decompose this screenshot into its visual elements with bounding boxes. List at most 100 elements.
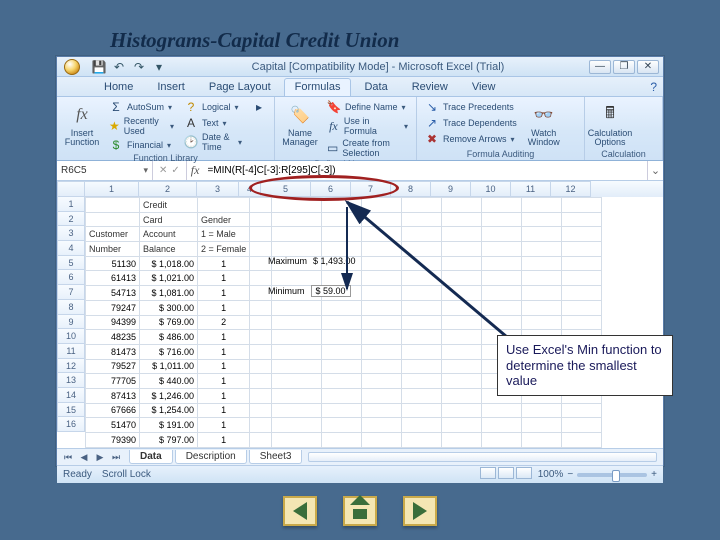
trace-dependents-button[interactable]: ↗Trace Dependents xyxy=(423,116,519,130)
col-header[interactable]: 3 xyxy=(197,181,239,197)
fx-icon[interactable]: fx xyxy=(187,161,204,180)
row-header[interactable]: 13 xyxy=(57,373,85,388)
prev-slide-button[interactable] xyxy=(283,496,317,526)
remove-arrows-button[interactable]: ✖Remove Arrows▾ xyxy=(423,132,519,146)
table-row[interactable]: 61413$ 1,021.001 xyxy=(86,271,602,286)
row-header[interactable]: 14 xyxy=(57,388,85,403)
financial-button[interactable]: $Financial▾ xyxy=(107,138,176,152)
tab-insert[interactable]: Insert xyxy=(146,78,196,96)
horizontal-scrollbar[interactable] xyxy=(308,452,657,462)
row-header[interactable]: 6 xyxy=(57,270,85,285)
slide-title: Histograms-Capital Credit Union xyxy=(110,28,399,53)
col-header[interactable]: 10 xyxy=(471,181,511,197)
select-all-corner[interactable] xyxy=(57,181,85,197)
cancel-icon[interactable]: ✕ xyxy=(159,165,167,176)
col-header[interactable]: 6 xyxy=(311,181,351,197)
close-button[interactable]: ✕ xyxy=(637,60,659,74)
qat-customize-button[interactable]: ▾ xyxy=(151,59,167,75)
col-header[interactable]: 4 xyxy=(239,181,261,197)
view-buttons[interactable] xyxy=(480,467,534,482)
table-row[interactable]: 94399$ 769.002 xyxy=(86,315,602,330)
col-header[interactable]: 1 xyxy=(85,181,139,197)
star-icon: ★ xyxy=(109,119,120,133)
table-row[interactable]: 51470$ 191.001 xyxy=(86,418,602,433)
sheet-first-button[interactable]: ⏮ xyxy=(61,452,75,463)
table-row[interactable]: 79247$ 300.001 xyxy=(86,300,602,315)
formula-input[interactable] xyxy=(203,161,647,180)
row-header[interactable]: 10 xyxy=(57,329,85,344)
table-row[interactable]: 67666$ 1,254.001 xyxy=(86,403,602,418)
sheet-tab-data[interactable]: Data xyxy=(129,450,173,464)
cells-area[interactable]: CreditCardGenderCustomerAccount1 = MaleN… xyxy=(85,197,663,448)
date-time-button[interactable]: 🕑Date & Time▾ xyxy=(182,132,244,152)
qat-save-button[interactable]: 💾 xyxy=(91,59,107,75)
row-header[interactable]: 2 xyxy=(57,212,85,227)
row-header[interactable]: 12 xyxy=(57,359,85,374)
insert-function-button[interactable]: fx Insert Function xyxy=(63,100,101,148)
use-in-formula-button[interactable]: fxUse in Formula▾ xyxy=(325,116,410,136)
col-header[interactable]: 7 xyxy=(351,181,391,197)
sheet-nav-arrows: ⏮ ◀ ▶ ⏭ xyxy=(57,452,127,463)
row-header[interactable]: 11 xyxy=(57,344,85,359)
row-header[interactable]: 7 xyxy=(57,285,85,300)
text-button[interactable]: AText▾ xyxy=(182,116,244,130)
col-header[interactable]: 12 xyxy=(551,181,591,197)
sheet-next-button[interactable]: ▶ xyxy=(93,452,107,463)
col-header[interactable]: 11 xyxy=(511,181,551,197)
sheet-prev-button[interactable]: ◀ xyxy=(77,452,91,463)
sheet-last-button[interactable]: ⏭ xyxy=(109,452,123,463)
trace-precedents-button[interactable]: ↘Trace Precedents xyxy=(423,100,519,114)
expand-formula-bar-button[interactable]: ⌄ xyxy=(647,161,663,180)
row-header[interactable]: 5 xyxy=(57,256,85,271)
tab-home[interactable]: Home xyxy=(93,78,144,96)
autosum-button[interactable]: ΣAutoSum▾ xyxy=(107,100,176,114)
next-slide-button[interactable] xyxy=(403,496,437,526)
row-header[interactable]: 15 xyxy=(57,403,85,418)
create-from-selection-button[interactable]: ▭Create from Selection xyxy=(325,138,410,158)
logical-button[interactable]: ?Logical▾ xyxy=(182,100,244,114)
status-ready: Ready xyxy=(63,469,92,480)
zoom-out-button[interactable]: − xyxy=(567,469,573,480)
table-row[interactable]: 98516$ 1,127.001 xyxy=(86,447,602,448)
logical-label: Logical xyxy=(202,102,231,112)
qat-redo-button[interactable]: ↷ xyxy=(131,59,147,75)
sheet-tab-description[interactable]: Description xyxy=(175,450,247,464)
formula-bar-buttons: ✕ ✓ xyxy=(153,161,187,180)
col-header[interactable]: 8 xyxy=(391,181,431,197)
table-row[interactable]: 79390$ 797.001 xyxy=(86,433,602,448)
tab-page-layout[interactable]: Page Layout xyxy=(198,78,282,96)
tab-review[interactable]: Review xyxy=(401,78,459,96)
row-header[interactable]: 3 xyxy=(57,226,85,241)
name-manager-icon: 🏷️ xyxy=(287,102,313,128)
define-name-button[interactable]: 🔖Define Name▾ xyxy=(325,100,410,114)
col-header[interactable]: 2 xyxy=(139,181,197,197)
name-manager-button[interactable]: 🏷️ Name Manager xyxy=(281,100,319,148)
recently-used-button[interactable]: ★Recently Used▾ xyxy=(107,116,176,136)
col-header[interactable]: 9 xyxy=(431,181,471,197)
help-icon[interactable]: ? xyxy=(650,80,657,94)
group-calculation: 🖩 Calculation Options Calculation xyxy=(585,97,663,160)
qat-undo-button[interactable]: ↶ xyxy=(111,59,127,75)
row-header[interactable]: 9 xyxy=(57,315,85,330)
home-slide-button[interactable] xyxy=(343,496,377,526)
enter-icon[interactable]: ✓ xyxy=(171,165,179,176)
more-functions-button[interactable]: ▸ xyxy=(250,100,268,114)
maximize-button[interactable]: ❐ xyxy=(613,60,635,74)
tab-view[interactable]: View xyxy=(461,78,507,96)
row-header[interactable]: 8 xyxy=(57,300,85,315)
office-button[interactable] xyxy=(57,58,87,76)
row-header[interactable]: 4 xyxy=(57,241,85,256)
tab-data[interactable]: Data xyxy=(353,78,398,96)
zoom-in-button[interactable]: + xyxy=(651,469,657,480)
row-header[interactable]: 1 xyxy=(57,197,85,212)
column-headers: 1 2 3 4 5 6 7 8 9 10 11 12 xyxy=(57,181,663,197)
zoom-slider[interactable] xyxy=(577,473,647,477)
watch-window-button[interactable]: 👓 Watch Window xyxy=(525,100,563,148)
row-header[interactable]: 16 xyxy=(57,417,85,432)
name-box[interactable]: R6C5 ▾ xyxy=(57,161,153,180)
sheet-tab-sheet3[interactable]: Sheet3 xyxy=(249,450,303,464)
tab-formulas[interactable]: Formulas xyxy=(284,78,352,96)
minimize-button[interactable]: — xyxy=(589,60,611,74)
calculation-options-button[interactable]: 🖩 Calculation Options xyxy=(591,100,629,148)
col-header[interactable]: 5 xyxy=(261,181,311,197)
